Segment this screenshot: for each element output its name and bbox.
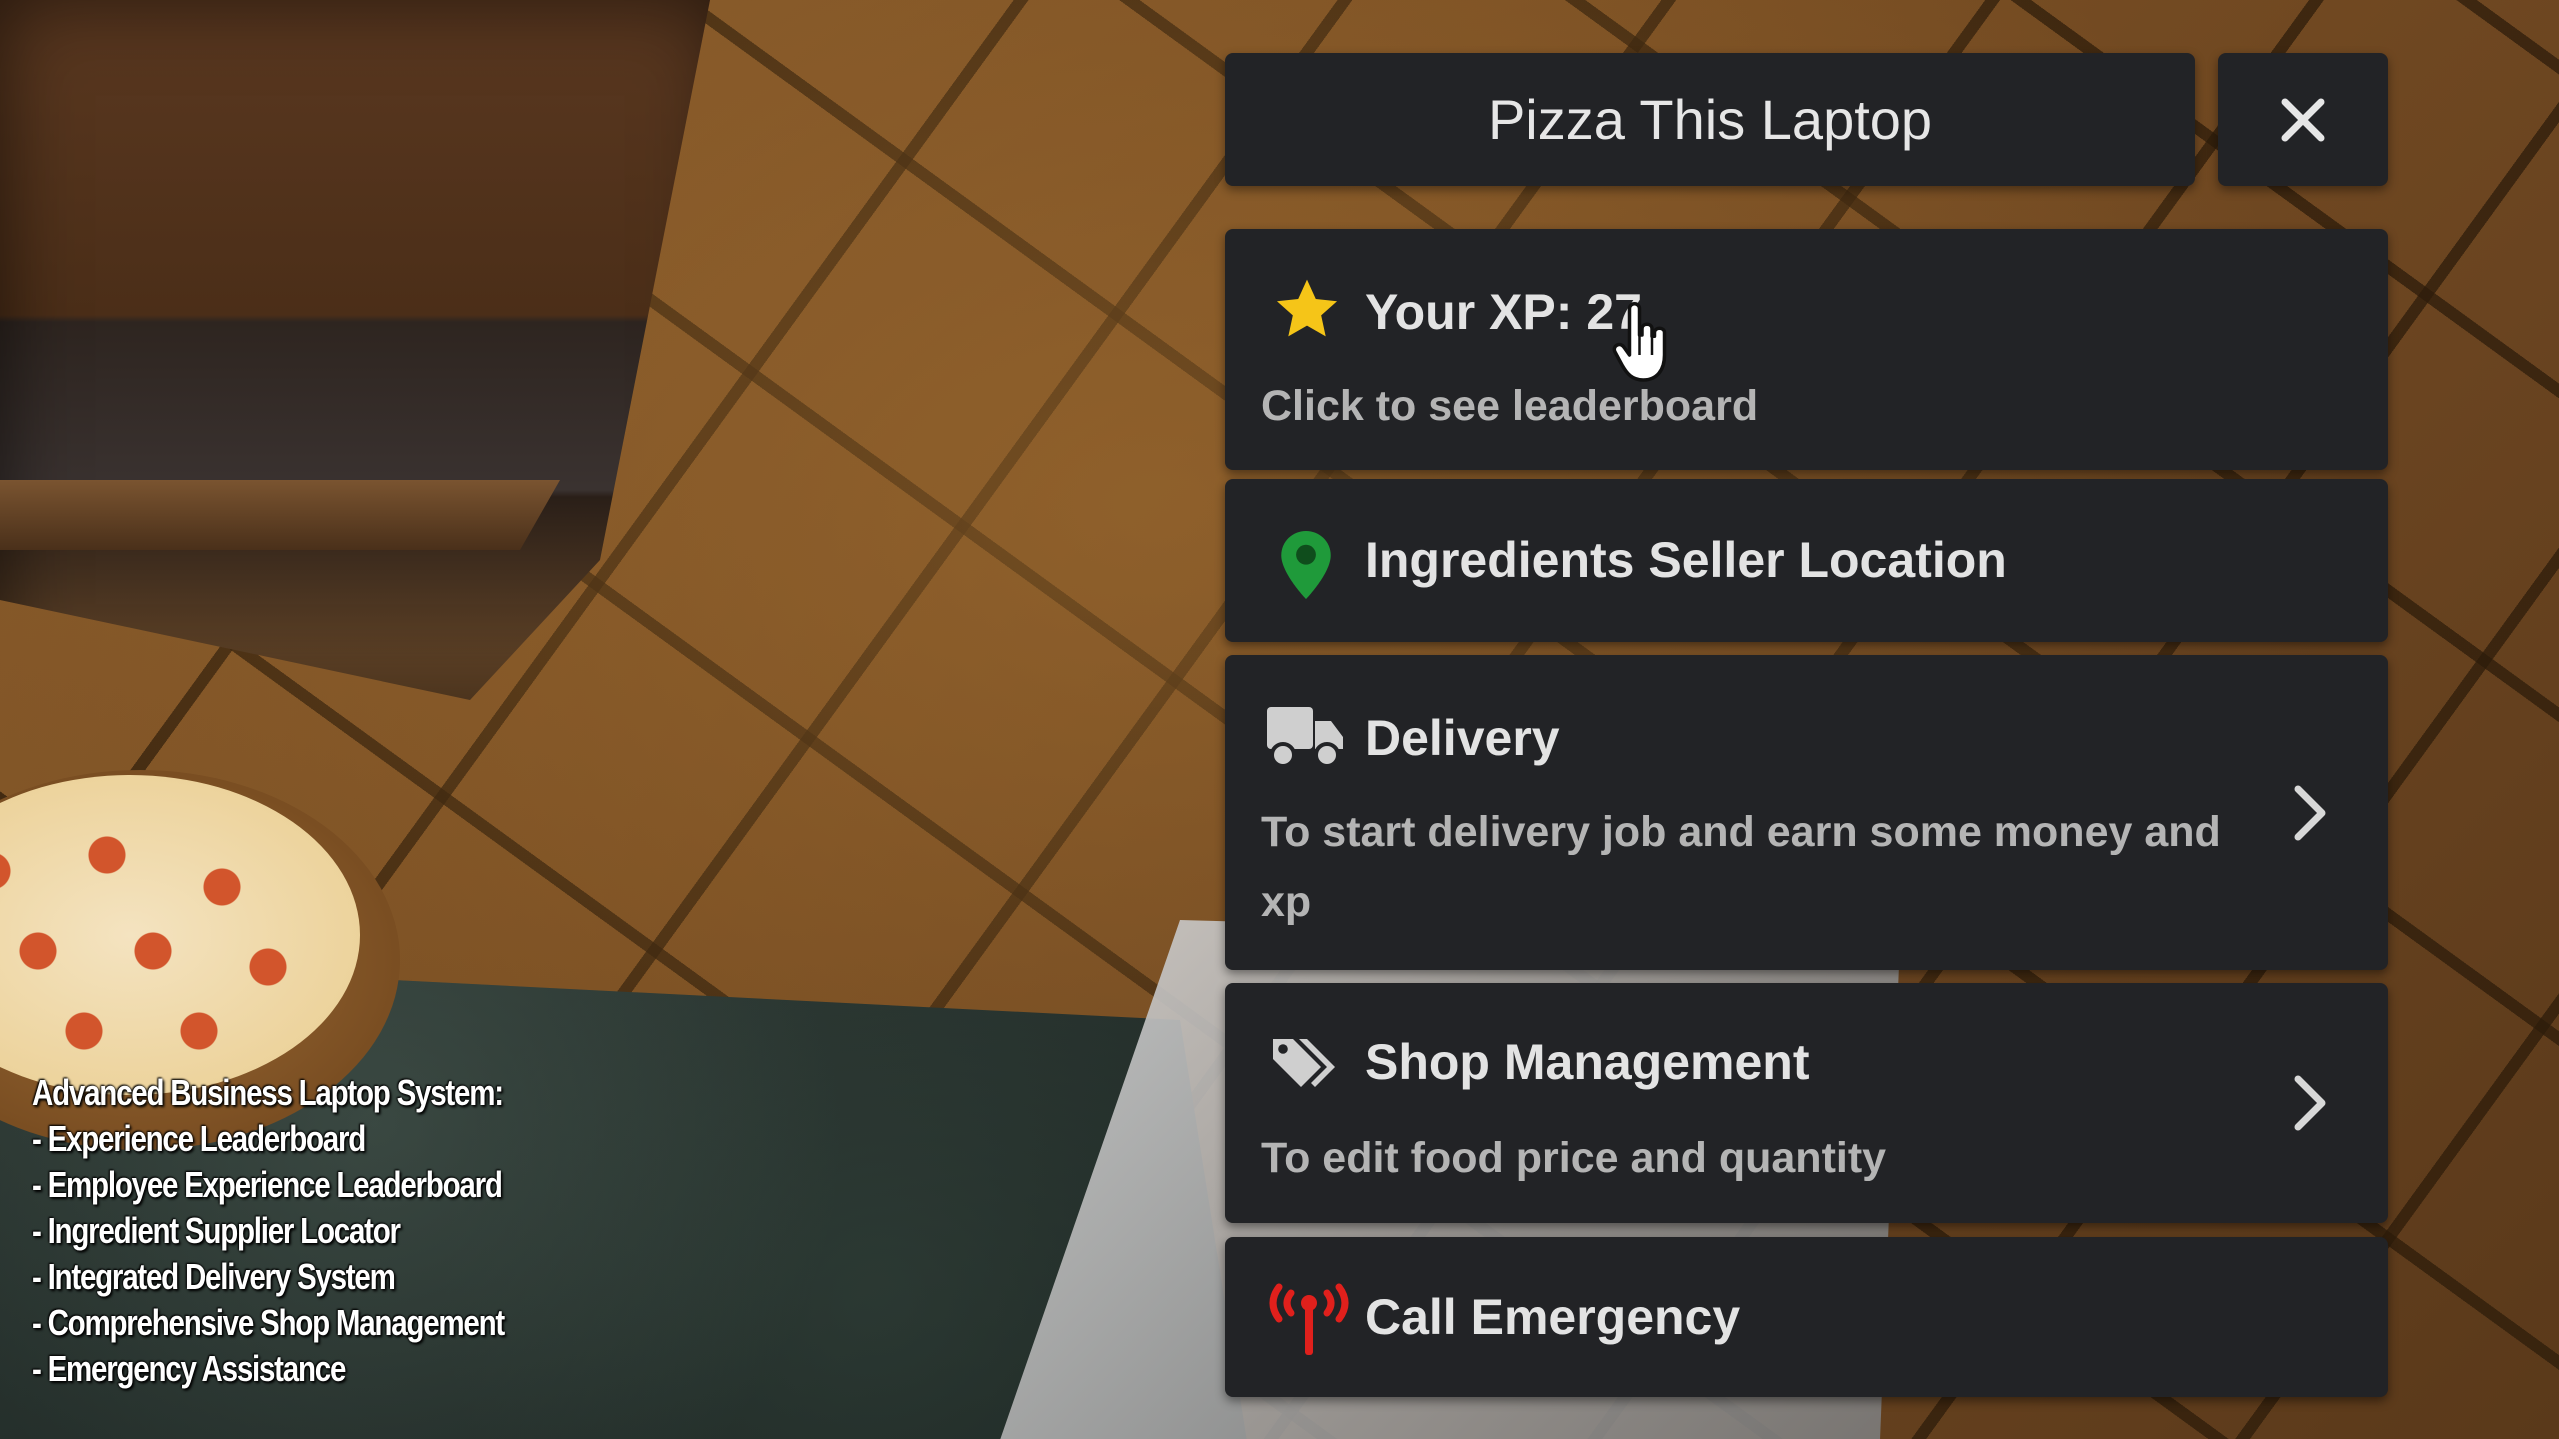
caption-line: - Ingredient Supplier Locator [32,1210,401,1251]
xp-title: Your XP: 27 [1365,284,1642,340]
delivery-description: To start delivery job and earn some mone… [1261,808,2221,926]
delivery-title: Delivery [1365,710,1560,766]
xp-leaderboard-card[interactable]: Your XP: 27 Click to see leaderboard [1225,229,2388,470]
title-bar: Pizza This Laptop [1225,53,2195,186]
shop-management-card[interactable]: Shop Management To edit food price and q… [1225,983,2388,1223]
caption-line: - Comprehensive Shop Management [32,1302,505,1343]
ingredients-title: Ingredients Seller Location [1365,532,2007,588]
tower-broadcast-icon [1269,1283,1349,1355]
window-title: Pizza This Laptop [1487,88,1933,151]
close-icon [2281,98,2325,141]
tags-icon [1273,1039,1335,1087]
caption-heading: Advanced Business Laptop System: [32,1072,504,1113]
truck-icon [1267,707,1343,768]
close-button[interactable] [2218,53,2388,186]
feature-caption: Advanced Business Laptop System: - Exper… [32,1070,505,1392]
xp-subtitle: Click to see leaderboard [1261,382,1759,430]
delivery-card[interactable]: Delivery To start delivery job and earn … [1225,655,2388,970]
emergency-title: Call Emergency [1365,1289,1741,1345]
chevron-right-icon [2294,1075,2326,1131]
map-pin-icon [1281,531,1331,599]
call-emergency-card[interactable]: Call Emergency [1225,1237,2388,1397]
brick-oven [0,0,710,700]
caption-line: - Experience Leaderboard [32,1118,366,1159]
shop-title: Shop Management [1365,1034,1810,1090]
caption-line: - Emergency Assistance [32,1348,346,1389]
star-icon [1276,279,1338,337]
ingredients-seller-location-card[interactable]: Ingredients Seller Location [1225,479,2388,642]
chevron-right-icon [2294,785,2326,841]
caption-line: - Employee Experience Leaderboard [32,1164,503,1205]
shop-description: To edit food price and quantity [1261,1134,1887,1182]
caption-line: - Integrated Delivery System [32,1256,396,1297]
oven-shelf [0,480,560,550]
